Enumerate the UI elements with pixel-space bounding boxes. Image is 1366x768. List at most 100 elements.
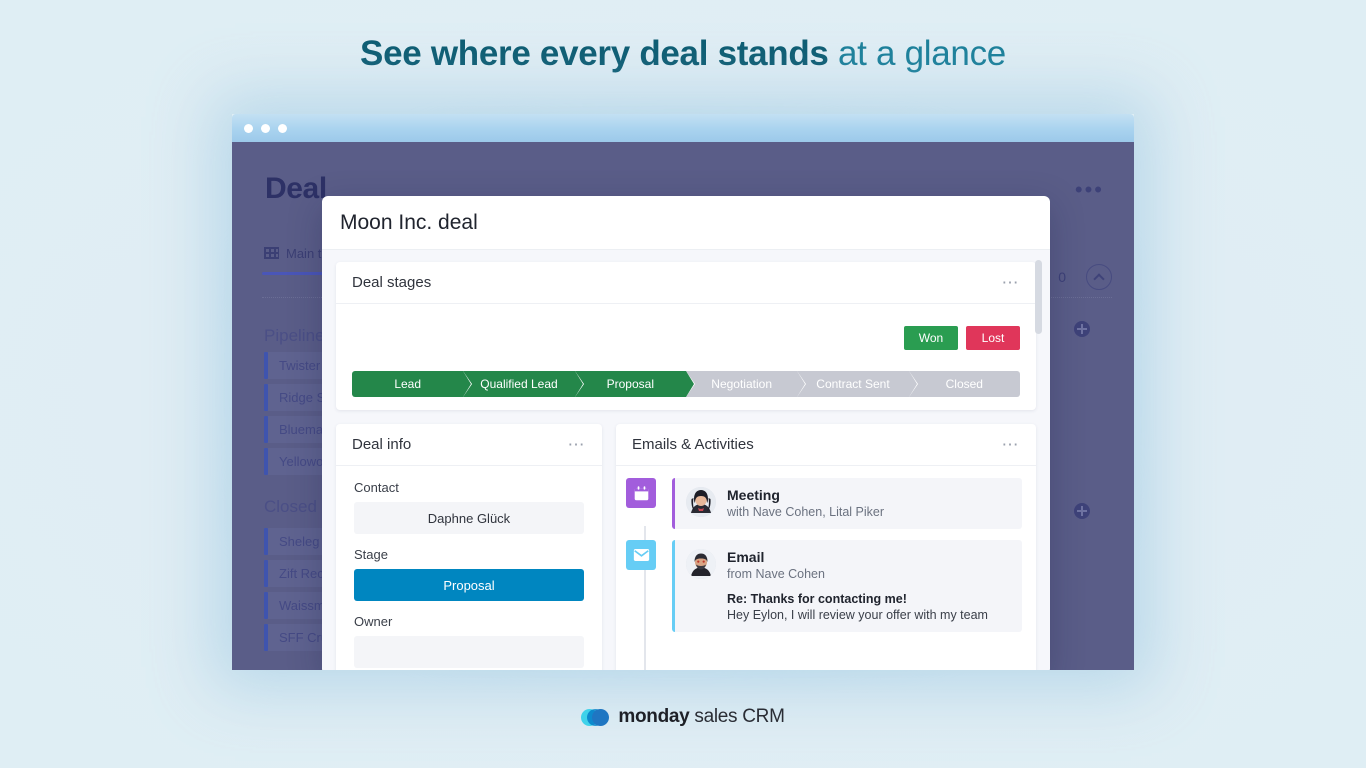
page-headline: See where every deal stands at a glance [0, 34, 1366, 74]
win-lost-buttons: Won Lost [904, 326, 1020, 350]
modal-scrollbar-track[interactable] [1035, 250, 1046, 670]
stage-closed[interactable]: Closed [908, 371, 1020, 397]
modal-scroll-area: Deal stages ⋯ Won Lost Lead Qualified Le… [322, 250, 1050, 670]
stage-label: Proposal [606, 377, 654, 391]
chevron-up-icon [1093, 272, 1105, 285]
brand-name: monday [618, 706, 690, 727]
stage-negotiation[interactable]: Negotiation [685, 371, 807, 397]
activity-type: Email [727, 549, 765, 565]
brand-logo: monday sales CRM [0, 706, 1366, 728]
product-name: sales CRM [689, 706, 785, 727]
stage-label: Closed [945, 377, 983, 391]
headline-strong: See where every deal stands [360, 34, 829, 73]
deal-stages-card: Deal stages ⋯ Won Lost Lead Qualified Le… [336, 262, 1036, 410]
table-grid-icon [264, 247, 279, 260]
email-subject: Re: Thanks for contacting me! [727, 592, 907, 606]
row-label: Yellowo [279, 454, 324, 469]
stage-label: Qualified Lead [480, 377, 558, 391]
monday-logo-icon [581, 708, 610, 726]
row-label: SFF Cru [279, 630, 329, 645]
browser-window: Deal ••• Main t 0 Pipeline Twister Ridge… [232, 114, 1134, 670]
window-dot-close[interactable] [244, 123, 253, 133]
row-label: Bluema [279, 422, 324, 437]
activity-subtitle: from Nave Cohen [727, 567, 825, 581]
field-value-owner[interactable] [354, 636, 584, 668]
headline-light: at a glance [828, 34, 1006, 73]
stage-label: Lead [394, 377, 422, 391]
stage-arrow [797, 371, 806, 397]
meeting-text: Meeting with Nave Cohen, Lital Piker [727, 487, 884, 519]
emails-activities-card: Emails & Activities ⋯ Meeting with Nave … [616, 424, 1036, 670]
email-text: Email from Nave Cohen Re: Thanks for con… [727, 549, 988, 622]
deal-info-title: Deal info [352, 436, 412, 453]
emails-activities-title: Emails & Activities [632, 436, 754, 453]
field-value-contact[interactable]: Daphne Glück [354, 502, 584, 534]
board-group-label-closed: Closed [264, 497, 317, 516]
field-label-owner: Owner [354, 614, 393, 629]
board-title: Deal [265, 172, 327, 205]
stage-arrow [463, 371, 472, 397]
list-item[interactable]: Meeting with Nave Cohen, Lital Piker [626, 478, 1022, 529]
row-label: Sheleg [279, 534, 320, 549]
deal-stage-pipeline: Lead Qualified Lead Proposal Negotiation… [352, 371, 1020, 397]
stage-label: Negotiation [711, 377, 772, 391]
activity-list: Meeting with Nave Cohen, Lital Piker Ema… [616, 466, 1036, 670]
row-label: Ridge S [279, 390, 326, 405]
row-label: Zift Rec [279, 566, 324, 581]
stage-arrow [685, 371, 694, 397]
stage-lead[interactable]: Lead [352, 371, 473, 397]
app-body: Deal ••• Main t 0 Pipeline Twister Ridge… [232, 142, 1134, 670]
won-button[interactable]: Won [904, 326, 958, 350]
row-label: Waissm [279, 598, 325, 613]
activity-type: Meeting [727, 487, 780, 503]
board-tab-label: Main t [286, 246, 322, 261]
avatar [686, 487, 716, 517]
window-dot-maximize[interactable] [278, 123, 287, 133]
field-value-stage[interactable]: Proposal [354, 569, 584, 601]
board-count: 0 [1058, 269, 1066, 285]
stage-contract-sent[interactable]: Contract Sent [797, 371, 918, 397]
stage-arrow [574, 371, 583, 397]
brand-logo-text: monday sales CRM [618, 706, 785, 728]
row-label: Twister [279, 358, 321, 373]
lost-button[interactable]: Lost [966, 326, 1020, 350]
deal-info-body: Contact Daphne Glück Stage Proposal Owne… [336, 466, 602, 668]
deal-stages-kebab-icon[interactable]: ⋯ [1002, 274, 1021, 291]
calendar-icon [626, 478, 656, 508]
list-item[interactable]: Email from Nave Cohen Re: Thanks for con… [626, 540, 1022, 632]
modal-title: Moon Inc. deal [340, 210, 478, 234]
deal-stages-body: Won Lost Lead Qualified Lead Proposal Ne… [336, 304, 1036, 409]
board-kebab-menu-icon[interactable]: ••• [1075, 179, 1104, 201]
modal-lower-row: Deal info ⋯ Contact Daphne Glück Stage P… [336, 424, 1036, 670]
field-label-stage: Stage [354, 547, 388, 562]
stage-qualified-lead[interactable]: Qualified Lead [463, 371, 584, 397]
deal-info-header: Deal info ⋯ [336, 424, 602, 466]
envelope-icon [626, 540, 656, 570]
deal-modal: Moon Inc. deal Deal stages ⋯ Won Lost Le… [322, 196, 1050, 670]
add-row-button-pipeline[interactable] [1074, 321, 1090, 337]
deal-stages-title: Deal stages [352, 274, 432, 291]
emails-activities-kebab-icon[interactable]: ⋯ [1002, 436, 1021, 453]
stage-label: Contract Sent [816, 377, 890, 391]
emails-activities-header: Emails & Activities ⋯ [616, 424, 1036, 466]
board-tab-main-table[interactable]: Main t [264, 246, 321, 261]
board-group-label-pipeline: Pipeline [264, 326, 325, 345]
email-activity: Email from Nave Cohen Re: Thanks for con… [672, 540, 1022, 632]
window-titlebar [232, 114, 1134, 142]
stage-arrow [908, 371, 917, 397]
stage-proposal[interactable]: Proposal [574, 371, 695, 397]
window-dot-minimize[interactable] [261, 123, 270, 133]
page-root: See where every deal stands at a glance … [0, 0, 1366, 768]
deal-info-card: Deal info ⋯ Contact Daphne Glück Stage P… [336, 424, 602, 670]
modal-header: Moon Inc. deal [322, 196, 1050, 250]
deal-info-kebab-icon[interactable]: ⋯ [568, 436, 587, 453]
activity-subtitle: with Nave Cohen, Lital Piker [727, 505, 885, 519]
avatar [686, 549, 716, 579]
add-row-button-closed[interactable] [1074, 503, 1090, 519]
modal-scrollbar-thumb[interactable] [1035, 260, 1042, 334]
meeting-activity: Meeting with Nave Cohen, Lital Piker [672, 478, 1022, 529]
deal-stages-header: Deal stages ⋯ [336, 262, 1036, 304]
email-body: Hey Eylon, I will review your offer with… [727, 608, 988, 622]
board-collapse-button[interactable] [1086, 264, 1112, 290]
field-label-contact: Contact [354, 480, 399, 495]
